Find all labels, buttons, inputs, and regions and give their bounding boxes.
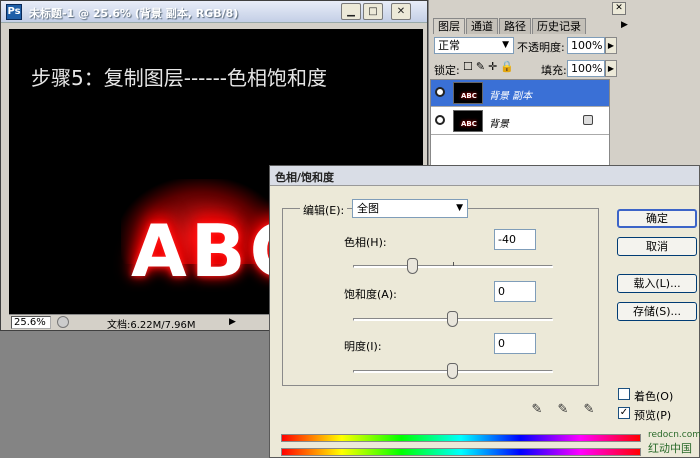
colorize-checkbox[interactable] (618, 388, 630, 400)
document-title: 未标题-1 @ 25.6% (背景 副本, RGB/8) (29, 7, 239, 20)
dialog-titlebar[interactable]: 色相/饱和度 (270, 166, 699, 186)
watermark-name: 红动中国 (648, 442, 692, 455)
colorize-label: 着色(O) (634, 390, 674, 403)
opacity-field[interactable]: 100% (567, 37, 605, 54)
load-button[interactable]: 载入(L)... (617, 274, 697, 293)
slider-center-tick (453, 262, 454, 266)
eyedropper-plus-icon[interactable]: ✎ (556, 402, 570, 418)
canvas-step-text: 步骤5：复制图层------色相饱和度 (31, 66, 328, 90)
lightness-slider-handle[interactable] (447, 363, 458, 379)
ok-button[interactable]: 确定 (617, 209, 697, 228)
panel-close-icon[interactable]: ✕ (612, 2, 626, 15)
status-menu-arrow-icon[interactable]: ▶ (229, 317, 236, 327)
tab-layers[interactable]: 图层 (433, 18, 465, 34)
lightness-field[interactable]: 0 (494, 333, 536, 354)
panel-menu-arrow-icon[interactable]: ▶ (621, 20, 628, 30)
close-button[interactable]: ✕ (391, 3, 411, 20)
layer-list: ABC 背景 副本 ABC 背景 (430, 79, 610, 170)
visibility-eye-icon[interactable] (435, 115, 445, 125)
saturation-label: 饱和度(A): (344, 288, 397, 301)
lock-icon (583, 115, 593, 125)
blend-mode-select[interactable]: 正常 ▼ (434, 37, 514, 54)
minimize-button[interactable]: ▁ (341, 3, 361, 20)
hue-slider[interactable] (353, 258, 553, 274)
layer-row-selected[interactable]: ABC 背景 副本 (431, 80, 609, 107)
fill-label: 填充: (541, 64, 567, 77)
document-titlebar[interactable]: Ps 未标题-1 @ 25.6% (背景 副本, RGB/8) ▁ □ ✕ (1, 1, 427, 23)
save-button[interactable]: 存储(S)... (617, 302, 697, 321)
adjust-group-box: 色相(H): -40 饱和度(A): 0 明度(I): 0 (282, 208, 599, 386)
edit-channel-select[interactable]: 全图 ▼ (352, 199, 468, 218)
eyedropper-icon[interactable]: ✎ (530, 402, 544, 418)
edit-label: 编辑(E): (300, 202, 348, 218)
saturation-slider[interactable] (353, 311, 553, 327)
watermark-url: redocn.com (648, 430, 700, 440)
hue-slider-handle[interactable] (407, 258, 418, 274)
lock-label: 锁定: (434, 64, 460, 77)
layer-thumbnail: ABC (453, 110, 483, 132)
doc-size-info: 文档:6.22M/7.96M (107, 320, 196, 331)
output-color-bar (281, 448, 641, 456)
edit-channel-value: 全图 (357, 202, 379, 215)
preview-label: 预览(P) (634, 409, 672, 422)
tab-history[interactable]: 历史记录 (532, 18, 586, 34)
layer-name: 背景 (489, 119, 509, 130)
layers-panel: ✕ 图层 通道 路径 历史记录 ▶ 正常 ▼ 不透明度: 100% ▶ 锁定: ☐✎✛… (428, 0, 700, 172)
layers-tabs: 图层 通道 路径 历史记录 (433, 18, 587, 34)
tab-channels[interactable]: 通道 (466, 18, 498, 34)
fill-arrow-icon[interactable]: ▶ (605, 60, 617, 77)
status-info-icon[interactable] (57, 316, 69, 328)
tab-paths[interactable]: 路径 (499, 18, 531, 34)
maximize-button[interactable]: □ (363, 3, 383, 20)
hue-field[interactable]: -40 (494, 229, 536, 250)
saturation-slider-handle[interactable] (447, 311, 458, 327)
opacity-label: 不透明度: (517, 41, 565, 54)
dialog-title: 色相/饱和度 (275, 171, 335, 184)
photoshop-doc-icon: Ps (6, 4, 22, 20)
visibility-eye-icon[interactable] (435, 87, 445, 97)
lightness-label: 明度(I): (344, 340, 382, 353)
chevron-down-icon: ▼ (456, 203, 463, 213)
chevron-down-icon: ▼ (502, 40, 509, 50)
cancel-button[interactable]: 取消 (617, 237, 697, 256)
layer-row[interactable]: ABC 背景 (431, 108, 609, 135)
zoom-field[interactable]: 25.6% (11, 316, 51, 329)
input-color-bar (281, 434, 641, 442)
saturation-field[interactable]: 0 (494, 281, 536, 302)
hue-saturation-dialog: 色相/饱和度 色相(H): -40 饱和度(A): 0 明度(I): 0 编辑(… (269, 165, 700, 458)
layer-name: 背景 副本 (489, 91, 533, 102)
eyedropper-minus-icon[interactable]: ✎ (582, 402, 596, 418)
opacity-arrow-icon[interactable]: ▶ (605, 37, 617, 54)
blend-mode-value: 正常 (438, 39, 460, 52)
fill-field[interactable]: 100% (567, 60, 605, 77)
lightness-slider[interactable] (353, 363, 553, 379)
preview-checkbox[interactable]: ✓ (618, 407, 630, 419)
layer-thumbnail: ABC (453, 82, 483, 104)
lock-options-icons[interactable]: ☐✎✛🔒 (463, 60, 517, 73)
hue-label: 色相(H): (344, 236, 387, 249)
